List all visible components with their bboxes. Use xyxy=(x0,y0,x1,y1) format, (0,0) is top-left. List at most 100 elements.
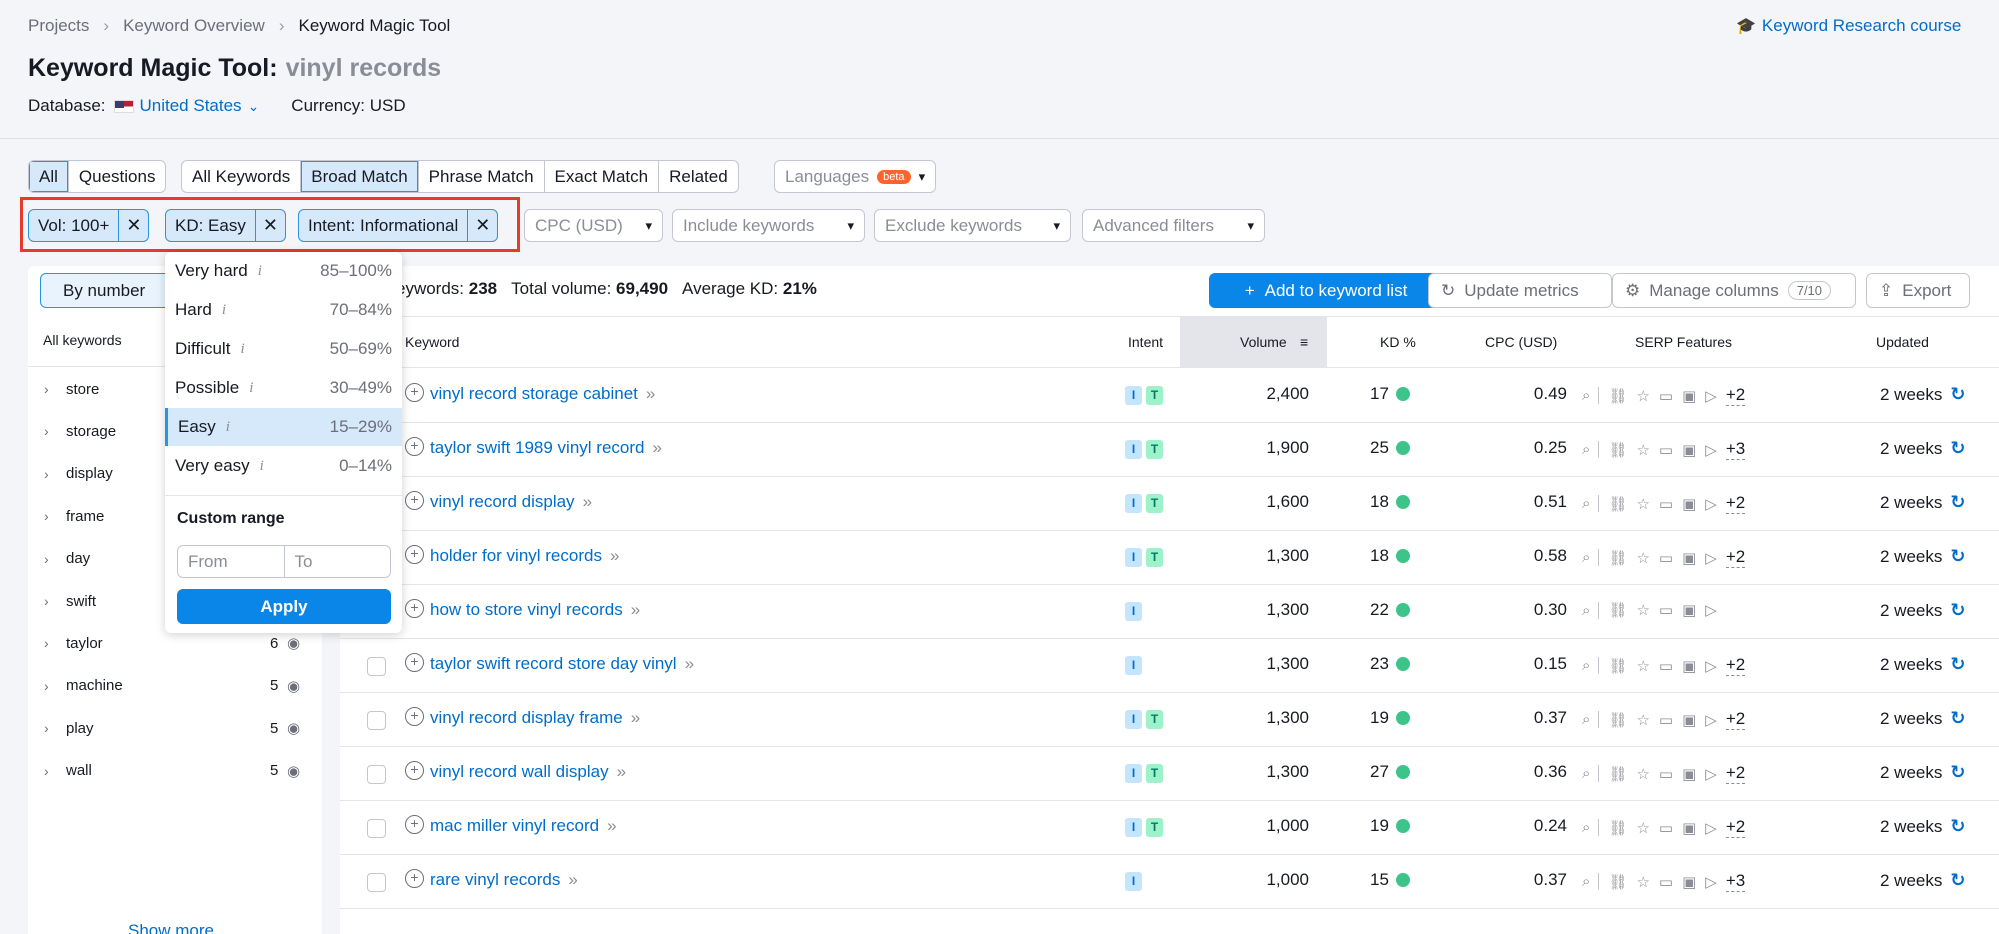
close-icon[interactable]: ✕ xyxy=(254,210,285,241)
languages-dropdown[interactable]: Languages beta ▾ xyxy=(774,160,937,193)
refresh-icon[interactable]: ↻ xyxy=(1950,492,1965,513)
add-circle-icon[interactable]: + xyxy=(405,869,424,888)
column-header-keyword[interactable]: Keyword xyxy=(405,334,459,350)
add-circle-icon[interactable]: + xyxy=(405,707,424,726)
row-checkbox[interactable] xyxy=(367,657,386,676)
chevron-right-icon[interactable]: › xyxy=(44,551,66,567)
serp-more-count[interactable]: +2 xyxy=(1725,655,1746,676)
refresh-icon[interactable]: ↻ xyxy=(1950,546,1965,567)
refresh-icon[interactable]: ↻ xyxy=(1950,762,1965,783)
keyword-group-item[interactable]: › wall 5 ◉ xyxy=(28,751,322,791)
refresh-icon[interactable]: ↻ xyxy=(1950,384,1965,405)
serp-preview-icon[interactable]: ⌕ xyxy=(1582,495,1600,512)
column-header-kd[interactable]: KD % xyxy=(1380,334,1416,350)
column-header-updated[interactable]: Updated xyxy=(1876,334,1929,350)
serp-more-count[interactable]: +2 xyxy=(1725,763,1746,784)
kd-option[interactable]: Hard i 70–84% xyxy=(165,291,402,329)
chevron-right-icon[interactable]: › xyxy=(44,466,66,482)
keyword-link[interactable]: taylor swift 1989 vinyl record » xyxy=(430,438,662,458)
column-header-intent[interactable]: Intent xyxy=(1128,334,1163,350)
include-keywords-dropdown[interactable]: Include keywords ▾ xyxy=(672,209,865,242)
add-circle-icon[interactable]: + xyxy=(405,383,424,402)
keyword-link[interactable]: vinyl record storage cabinet » xyxy=(430,384,655,404)
add-circle-icon[interactable]: + xyxy=(405,653,424,672)
double-chevron-icon[interactable]: » xyxy=(607,816,616,835)
chevron-right-icon[interactable]: › xyxy=(44,423,66,439)
kd-from-input[interactable]: From xyxy=(178,546,285,577)
add-to-keyword-list-button[interactable]: + Add to keyword list xyxy=(1209,273,1443,308)
serp-more-count[interactable]: +2 xyxy=(1725,385,1746,406)
double-chevron-icon[interactable]: » xyxy=(631,708,640,727)
serp-preview-icon[interactable]: ⌕ xyxy=(1582,601,1600,619)
refresh-icon[interactable]: ↻ xyxy=(1950,438,1965,459)
double-chevron-icon[interactable]: » xyxy=(646,384,655,403)
row-checkbox[interactable] xyxy=(367,765,386,784)
serp-more-count[interactable]: +2 xyxy=(1725,817,1746,838)
filter-chip-kd[interactable]: KD: Easy ✕ xyxy=(165,209,286,242)
info-icon[interactable]: i xyxy=(260,458,264,475)
chevron-right-icon[interactable]: › xyxy=(44,678,66,694)
refresh-icon[interactable]: ↻ xyxy=(1950,654,1965,675)
eye-icon[interactable]: ◉ xyxy=(287,719,300,737)
double-chevron-icon[interactable]: » xyxy=(617,762,626,781)
keyword-link[interactable]: how to store vinyl records » xyxy=(430,600,640,620)
info-icon[interactable]: i xyxy=(240,341,244,358)
serp-more-count[interactable]: +3 xyxy=(1725,439,1746,460)
kd-option[interactable]: Very easy i 0–14% xyxy=(165,447,402,485)
tab-questions[interactable]: Questions xyxy=(69,161,166,192)
breadcrumb-keyword-overview[interactable]: Keyword Overview xyxy=(123,16,265,36)
chevron-right-icon[interactable]: › xyxy=(44,593,66,609)
refresh-icon[interactable]: ↻ xyxy=(1950,600,1965,621)
kd-option[interactable]: Possible i 30–49% xyxy=(165,369,402,407)
keyword-research-course-link[interactable]: 🎓 Keyword Research course xyxy=(1736,16,1961,36)
chevron-down-icon[interactable]: ⌄ xyxy=(248,98,260,115)
add-circle-icon[interactable]: + xyxy=(405,815,424,834)
tab-all-keywords[interactable]: All Keywords xyxy=(182,161,302,192)
column-header-cpc[interactable]: CPC (USD) xyxy=(1485,334,1557,350)
close-icon[interactable]: ✕ xyxy=(118,210,148,241)
serp-preview-icon[interactable]: ⌕ xyxy=(1582,441,1600,458)
export-button[interactable]: ⇪ Export xyxy=(1866,273,1970,308)
serp-more-count[interactable]: +2 xyxy=(1725,709,1746,730)
serp-preview-icon[interactable]: ⌕ xyxy=(1582,657,1600,674)
serp-preview-icon[interactable]: ⌕ xyxy=(1582,819,1600,836)
keyword-link[interactable]: vinyl record wall display » xyxy=(430,762,626,782)
double-chevron-icon[interactable]: » xyxy=(652,438,661,457)
serp-preview-icon[interactable]: ⌕ xyxy=(1582,549,1600,566)
keyword-group-item[interactable]: › machine 5 ◉ xyxy=(28,666,322,706)
close-icon[interactable]: ✕ xyxy=(467,210,497,241)
serp-preview-icon[interactable]: ⌕ xyxy=(1582,387,1600,404)
refresh-icon[interactable]: ↻ xyxy=(1950,816,1965,837)
keyword-link[interactable]: holder for vinyl records » xyxy=(430,546,619,566)
info-icon[interactable]: i xyxy=(258,263,262,280)
breadcrumb-projects[interactable]: Projects xyxy=(28,16,89,36)
all-keywords-label[interactable]: All keywords xyxy=(43,332,122,348)
chevron-right-icon[interactable]: › xyxy=(44,508,66,524)
tab-phrase-match[interactable]: Phrase Match xyxy=(419,161,545,192)
add-circle-icon[interactable]: + xyxy=(405,761,424,780)
refresh-icon[interactable]: ↻ xyxy=(1950,708,1965,729)
serp-preview-icon[interactable]: ⌕ xyxy=(1582,873,1600,890)
filter-chip-intent[interactable]: Intent: Informational ✕ xyxy=(298,209,499,242)
database-select[interactable]: United States xyxy=(140,96,242,116)
keyword-link[interactable]: rare vinyl records » xyxy=(430,870,578,890)
keyword-link[interactable]: vinyl record display frame » xyxy=(430,708,640,728)
row-checkbox[interactable] xyxy=(367,711,386,730)
add-circle-icon[interactable]: + xyxy=(405,437,424,456)
row-checkbox[interactable] xyxy=(367,819,386,838)
column-header-serp[interactable]: SERP Features xyxy=(1635,334,1732,350)
eye-icon[interactable]: ◉ xyxy=(287,634,300,652)
kd-option[interactable]: Easy i 15–29% xyxy=(165,408,402,446)
double-chevron-icon[interactable]: » xyxy=(631,600,640,619)
serp-more-count[interactable]: +2 xyxy=(1725,493,1746,514)
kd-option[interactable]: Difficult i 50–69% xyxy=(165,330,402,368)
keyword-link[interactable]: mac miller vinyl record » xyxy=(430,816,617,836)
keyword-group-item[interactable]: › play 5 ◉ xyxy=(28,708,322,748)
eye-icon[interactable]: ◉ xyxy=(287,677,300,695)
add-circle-icon[interactable]: + xyxy=(405,491,424,510)
serp-more-count[interactable]: +3 xyxy=(1725,871,1746,892)
cpc-filter-dropdown[interactable]: CPC (USD) ▾ xyxy=(524,209,663,242)
tab-all[interactable]: All xyxy=(29,161,69,192)
apply-button[interactable]: Apply xyxy=(177,589,391,624)
info-icon[interactable]: i xyxy=(222,302,226,319)
